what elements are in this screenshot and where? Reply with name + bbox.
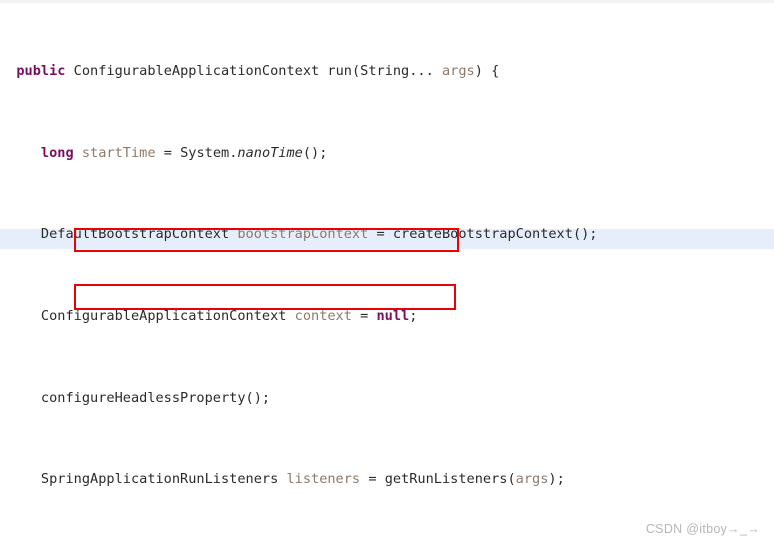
code-line[interactable]: public ConfigurableApplicationContext ru…	[0, 61, 774, 81]
code-line[interactable]: DefaultBootstrapContext bootstrapContext…	[0, 224, 774, 244]
code-editor-viewport[interactable]: public ConfigurableApplicationContext ru…	[0, 0, 774, 551]
watermark-text: CSDN @itboy→_→	[645, 521, 760, 536]
code-line[interactable]: SpringApplicationRunListeners listeners …	[0, 469, 774, 489]
code-line[interactable]: configureHeadlessProperty();	[0, 388, 774, 408]
code-line[interactable]: ConfigurableApplicationContext context =…	[0, 306, 774, 326]
code-line[interactable]: long startTime = System.nanoTime();	[0, 143, 774, 163]
code-text-layer[interactable]: public ConfigurableApplicationContext ru…	[0, 0, 774, 551]
